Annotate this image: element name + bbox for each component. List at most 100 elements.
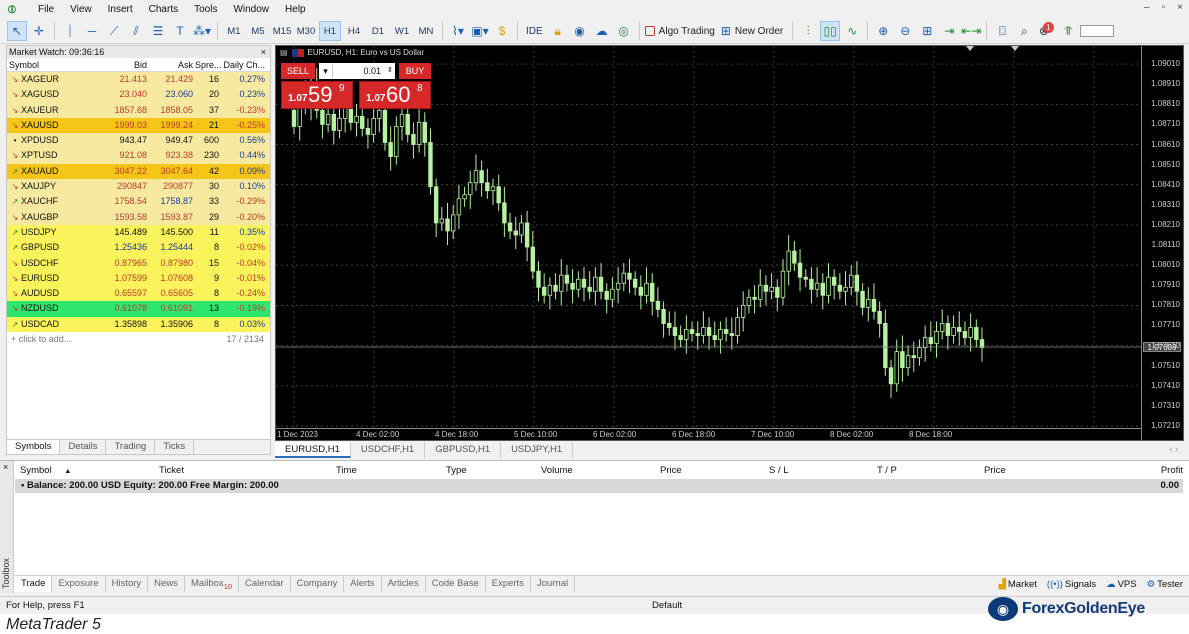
lot-size-field[interactable]: ▾ 0.01 ⇕ [319,63,395,79]
restore-icon[interactable]: ▫ [1162,2,1166,13]
vertical-line-icon[interactable]: ⏐ [60,21,80,41]
market-watch-row[interactable]: ↘ XAUJPY 290847 290877 30 0.10% [7,179,270,195]
chevron-down-icon[interactable]: ▾ [319,63,333,79]
fibonacci-icon[interactable]: ☰ [148,21,168,41]
timeframe-w1[interactable]: W1 [391,21,413,41]
market-watch-row[interactable]: ↗ XAUCHF 1758.54 1758.87 33 -0.29% [7,194,270,210]
market-watch-row[interactable]: ↘ XAGEUR 21.413 21.429 16 0.27% [7,72,270,88]
signals-link[interactable]: ((•)) Signals [1047,577,1096,593]
screenshot-icon[interactable]: ⌼ [992,21,1012,41]
price-axis[interactable]: 1.07603 1.09010 1.08810 1.08610 1.08410 1.08… [1141,46,1183,440]
market-watch-row[interactable]: ↘ NZDUSD 0.61078 0.61091 13 -0.19% [7,301,270,317]
tab-news[interactable]: News [148,576,185,592]
trendline-icon[interactable]: ⟋ [104,21,124,41]
col-tp[interactable]: T / P [877,463,897,478]
col-time[interactable]: Time [336,463,357,478]
market-watch-row[interactable]: • XPDUSD 943.47 949.47 600 0.56% [7,133,270,149]
col-type[interactable]: Type [446,463,467,478]
market-watch-row[interactable]: ↘ XAGUSD 23.040 23.060 20 0.23% [7,87,270,103]
indicators-icon[interactable]: ⌇▾ [448,21,468,41]
tab-ticks[interactable]: Ticks [155,440,195,454]
chart-tab-usdchf[interactable]: USDCHF,H1 [351,442,426,458]
ide-button[interactable]: IDE [523,21,546,41]
chart-shift-marker-icon[interactable] [1011,46,1019,51]
tab-trade[interactable]: Trade [15,576,53,592]
market-watch-row[interactable]: ↘ AUDUSD 0.65597 0.65605 8 -0.24% [7,286,270,302]
timeframe-m15[interactable]: M15 [271,21,293,41]
chart-shift-marker-icon[interactable] [966,46,974,51]
menu-charts[interactable]: Charts [141,4,186,15]
timeframe-m1[interactable]: M1 [223,21,245,41]
notifications-icon[interactable]: ⊗1 [1036,21,1056,41]
cursor-icon[interactable]: ↖ [7,21,27,41]
horizontal-line-icon[interactable]: ─ [82,21,102,41]
tab-articles[interactable]: Articles [382,576,426,592]
tab-calendar[interactable]: Calendar [239,576,291,592]
minimize-icon[interactable]: – [1144,2,1150,13]
algo-trading-button[interactable]: Algo Trading [644,21,719,41]
close-icon[interactable]: × [3,462,8,472]
candlestick-chart-icon[interactable]: ▯▯ [820,21,841,41]
zoom-out-icon[interactable]: ⊖ [895,21,915,41]
tab-alerts[interactable]: Alerts [344,576,382,592]
lock-icon[interactable]: 🔒︎ [548,21,568,41]
tab-trading[interactable]: Trading [106,440,156,454]
tab-experts[interactable]: Experts [486,576,531,592]
header-ask[interactable]: Ask [149,58,195,71]
add-symbol-row[interactable]: + click to add... 17 / 2134 [7,332,270,347]
signal-broadcast-icon[interactable]: ◉ [570,21,590,41]
market-watch-row[interactable]: ↘ EURUSD 1.07599 1.07608 9 -0.01% [7,270,270,287]
chart-shift-icon[interactable]: ⇤⇥ [961,21,981,41]
text-tool-icon[interactable]: T [170,21,190,41]
tile-windows-icon[interactable]: ⊞ [917,21,937,41]
header-daily-change[interactable]: Daily Ch... [221,58,269,71]
col-sl[interactable]: S / L [769,463,789,478]
tab-journal[interactable]: Journal [531,576,576,592]
strategy-icon[interactable]: $ [492,21,512,41]
line-chart-icon[interactable]: ∿ [842,21,862,41]
market-watch-row[interactable]: ↗ GBPUSD 1.25436 1.25444 8 -0.02% [7,240,270,256]
header-spread[interactable]: Spre... [195,58,222,71]
col-current-price[interactable]: Price [984,463,1006,478]
market-watch-row[interactable]: ↗ USDJPY 145.489 145.500 11 0.35% [7,224,270,241]
lot-spinner-icon[interactable]: ⇕ [385,63,395,79]
vps-link[interactable]: ☁ VPS [1106,577,1137,593]
price-chart[interactable]: ▤ EURUSD, H1: Euro vs US Dollar SELL ▾ 0… [275,45,1184,441]
close-icon[interactable]: × [1177,2,1183,13]
market-link[interactable]: ▟ Market [999,577,1037,593]
tab-details[interactable]: Details [60,440,107,454]
cloud-icon[interactable]: ☁ [592,21,612,41]
new-order-button[interactable]: ⊞ New Order [721,21,787,41]
auto-scroll-icon[interactable]: ⇥ [939,21,959,41]
vps-icon[interactable]: ◎ [614,21,634,41]
col-ticket[interactable]: Ticket [159,463,184,478]
market-watch-row[interactable]: ↗ USDCAD 1.35898 1.35906 8 0.03% [7,316,270,333]
crosshair-icon[interactable]: ✛ [29,21,49,41]
tab-symbols[interactable]: Symbols [7,440,61,454]
sell-price-button[interactable]: 1.07 59 9 [281,81,353,109]
menu-help[interactable]: Help [277,4,314,15]
tab-scroll-arrows-icon[interactable]: ‹ › [1170,444,1179,454]
templates-icon[interactable]: ▣▾ [470,21,490,41]
col-profit[interactable]: Profit [1161,463,1183,478]
tab-history[interactable]: History [106,576,149,592]
chart-tab-gbpusd[interactable]: GBPUSD,H1 [425,442,502,458]
header-bid[interactable]: Bid [103,58,149,71]
channel-icon[interactable]: ⫽ [126,21,146,41]
time-axis[interactable]: 1 Dec 2023 4 Dec 02:00 4 Dec 18:00 5 Dec 10… [276,428,1142,440]
col-price[interactable]: Price [660,463,682,478]
buy-price-button[interactable]: 1.07 60 8 [359,81,431,109]
timeframe-d1[interactable]: D1 [367,21,389,41]
timeframe-m5[interactable]: M5 [247,21,269,41]
shapes-menu-icon[interactable]: ⁂▾ [192,21,212,41]
sell-button[interactable]: SELL [281,63,315,79]
timeframe-mn[interactable]: MN [415,21,437,41]
col-volume[interactable]: Volume [541,463,573,478]
market-watch-row[interactable]: ↗ XAUAUD 3047.22 3047.64 42 0.09% [7,163,270,180]
bar-chart-icon[interactable]: ⫶ [798,21,818,41]
market-watch-row[interactable]: ↘ XPTUSD 921.08 923.38 230 0.44% [7,148,270,164]
tab-mailbox[interactable]: Mailbox10 [185,576,240,592]
menu-view[interactable]: View [62,4,100,15]
timeframe-h1[interactable]: H1 [319,21,341,41]
tester-link[interactable]: ⚙ Tester [1147,577,1183,593]
